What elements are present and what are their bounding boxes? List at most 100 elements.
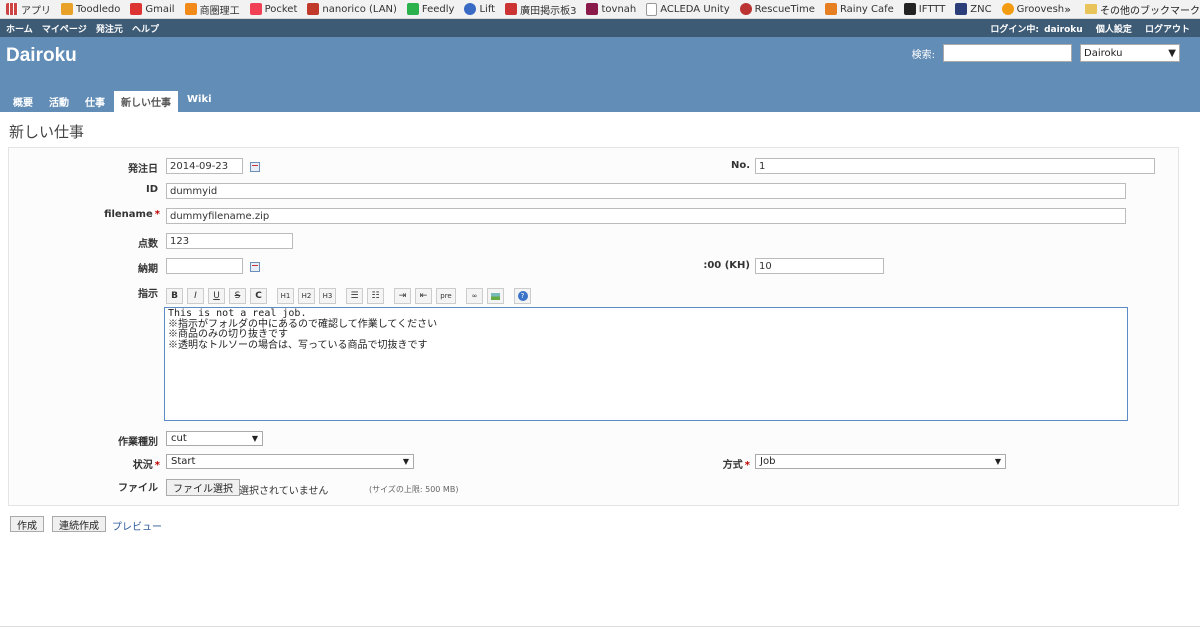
link-button[interactable]: ∞ [466, 288, 483, 304]
bold-button[interactable]: B [166, 288, 183, 304]
menu-settings[interactable]: 個人設定 [1096, 25, 1132, 35]
bookmark-label: nanorico (LAN) [322, 3, 397, 15]
main-tabs: 概要 活動 仕事 新しい仕事 Wiki [6, 91, 221, 112]
bookmark-item[interactable]: nanorico (LAN) [307, 3, 397, 15]
project-select[interactable]: Dairoku ▼ [1080, 44, 1180, 62]
bookmarks-more-button[interactable]: » [1064, 3, 1071, 16]
filename-field[interactable]: dummyfilename.zip [166, 208, 1126, 224]
bookmark-item[interactable]: Gmail [130, 3, 175, 15]
page-title: 新しい仕事 [9, 123, 85, 141]
tab-overview[interactable]: 概要 [6, 91, 40, 112]
bookmark-item[interactable]: Lift [464, 3, 495, 15]
bookmark-label: Lift [479, 3, 496, 15]
logged-in-user[interactable]: dairoku [1044, 25, 1083, 35]
bookmark-item[interactable]: ZNC [955, 3, 992, 15]
bookmark-item[interactable]: Pocket [249, 3, 298, 15]
hours-field[interactable]: 10 [755, 258, 884, 274]
ifttt-icon [903, 3, 916, 15]
bookmark-apps[interactable]: アプリ [6, 2, 51, 17]
other-bookmarks[interactable]: その他のブックマーク [1100, 2, 1200, 17]
link-icon: ∞ [471, 292, 478, 300]
bookmark-item[interactable]: IFTTT [903, 3, 946, 15]
grooveshark-icon [1001, 3, 1014, 15]
filename-label-text: filename [104, 209, 153, 220]
calendar-icon[interactable] [250, 262, 260, 272]
chevron-down-icon: ▼ [251, 434, 258, 443]
bookmark-label: IFTTT [918, 3, 946, 15]
gmail-icon [130, 3, 143, 15]
instructions-line: This is not a real job. [168, 308, 307, 319]
bookmark-label: Gmail [145, 3, 175, 15]
search-input[interactable] [943, 44, 1072, 62]
work-type-select[interactable]: cut ▼ [166, 431, 263, 446]
pre-button[interactable]: pre [436, 288, 456, 304]
image-icon [491, 292, 500, 300]
bookmark-item[interactable]: ACLEDA Unity [646, 2, 730, 16]
deadline-field[interactable] [166, 258, 243, 274]
page-icon [646, 2, 658, 16]
bookmark-label: ACLEDA Unity [660, 3, 730, 15]
bookmark-label: Pocket [264, 3, 298, 15]
order-date-field[interactable]: 2014-09-23 [166, 158, 243, 174]
h1-button[interactable]: H1 [277, 288, 294, 304]
project-title[interactable]: Dairoku [6, 45, 77, 67]
strike-button[interactable]: S [229, 288, 246, 304]
work-type-value: cut [171, 433, 187, 444]
znc-icon [955, 3, 968, 15]
menu-home[interactable]: ホーム [6, 25, 33, 35]
h3-button[interactable]: H3 [319, 288, 336, 304]
tab-new-issue[interactable]: 新しい仕事 [114, 91, 178, 112]
menu-mypage[interactable]: マイページ [42, 25, 87, 35]
menu-clients[interactable]: 発注元 [96, 25, 123, 35]
ordered-list-button[interactable]: ☷ [367, 288, 384, 304]
bookmark-item[interactable]: Rainy Cafe [824, 3, 894, 15]
bookmark-item[interactable]: Feedly [406, 3, 454, 15]
feedly-icon [406, 3, 419, 15]
menu-logout[interactable]: ログアウト [1145, 25, 1190, 35]
blogger-icon [184, 3, 197, 15]
id-field[interactable]: dummyid [166, 183, 1126, 199]
work-type-label: 作業種別 [118, 437, 158, 448]
method-select[interactable]: Job ▼ [755, 454, 1006, 469]
create-continue-button[interactable]: 連続作成 [52, 516, 106, 532]
choose-file-button[interactable]: ファイル選択 [166, 479, 240, 496]
bookmark-item[interactable]: tovnah [586, 3, 636, 15]
tab-wiki[interactable]: Wiki [180, 91, 219, 112]
preview-link[interactable]: プレビュー [112, 518, 162, 533]
underline-button[interactable]: U [208, 288, 225, 304]
bookmark-item[interactable]: 廣田掲示板3 [505, 2, 576, 17]
instructions-textarea[interactable]: This is not a real job. ※指示がフォルダの中にあるので確… [164, 307, 1128, 421]
unordered-list-button[interactable]: ☰ [346, 288, 363, 304]
outdent-button[interactable]: ⇤ [415, 288, 432, 304]
tab-issues[interactable]: 仕事 [78, 91, 112, 112]
image-button[interactable] [487, 288, 504, 304]
bookmark-item[interactable]: Toodledo [61, 3, 120, 15]
hours-label: :00 (KH) [703, 260, 750, 271]
bbs-icon [505, 3, 518, 15]
bookmark-item[interactable]: 商圏理工 [184, 2, 240, 17]
h2-button[interactable]: H2 [298, 288, 315, 304]
menu-help[interactable]: ヘルプ [132, 25, 159, 35]
required-mark: * [154, 460, 160, 471]
no-field[interactable]: 1 [755, 158, 1155, 174]
outdent-icon: ⇤ [419, 291, 428, 301]
instructions-line: ※透明なトルソーの場合は、写っている商品で切抜きです [168, 339, 428, 351]
code-button[interactable]: C [250, 288, 267, 304]
top-menu-right: ログイン中: dairoku 個人設定 ログアウト [990, 22, 1190, 35]
instructions-line: ※指示がフォルダの中にあるので確認して作業してください [168, 318, 438, 330]
italic-button[interactable]: I [187, 288, 204, 304]
no-file-selected: 選択されていません [239, 486, 329, 497]
tab-activity[interactable]: 活動 [42, 91, 76, 112]
bookmark-label: アプリ [21, 5, 51, 17]
deadline-label: 納期 [138, 264, 158, 275]
help-button[interactable]: ? [514, 288, 531, 304]
points-field[interactable]: 123 [166, 233, 293, 249]
instructions-line: ※商品のみの切り抜きです [168, 329, 288, 340]
indent-icon: ⇥ [398, 291, 407, 301]
status-select[interactable]: Start ▼ [166, 454, 414, 469]
calendar-icon[interactable] [250, 162, 260, 172]
bookmark-item[interactable]: RescueTime [739, 3, 815, 15]
create-button[interactable]: 作成 [10, 516, 44, 532]
status-label: 状況 * [90, 456, 160, 471]
indent-button[interactable]: ⇥ [394, 288, 411, 304]
